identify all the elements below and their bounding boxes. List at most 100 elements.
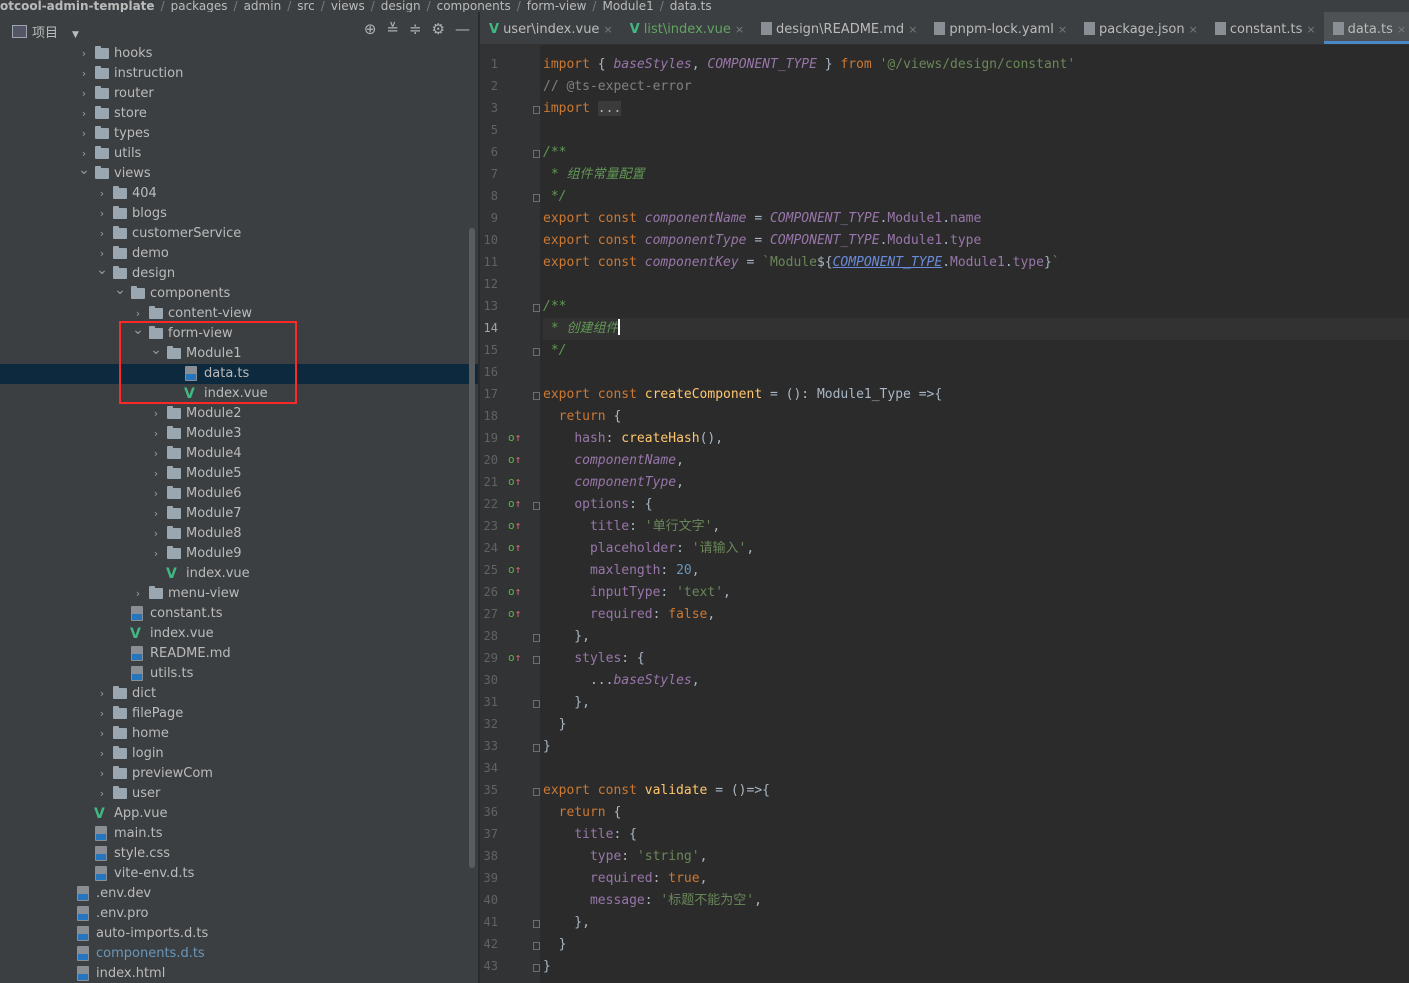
fold-marker-icon[interactable] (533, 194, 540, 202)
breadcrumb-item[interactable]: src (297, 0, 315, 12)
collapse-all-icon[interactable]: ≑ (409, 20, 422, 38)
tree-item-router[interactable]: › router (0, 84, 478, 104)
override-marker-icon[interactable]: o↑ (508, 475, 521, 488)
tab-list-index-vue[interactable]: Vlist\index.vue × (621, 12, 752, 44)
tree-item-previewcom[interactable]: › previewCom (0, 764, 478, 784)
tree-item-login[interactable]: › login (0, 744, 478, 764)
fold-marker-icon[interactable] (533, 150, 540, 158)
tree-item-module5[interactable]: › Module5 (0, 464, 478, 484)
hide-icon[interactable]: — (455, 20, 470, 38)
code-line[interactable]: type: 'string', (543, 846, 1409, 868)
project-view-selector[interactable]: 项目 ▼ (12, 22, 79, 41)
chevron-down-icon[interactable]: ⌄ (78, 160, 90, 180)
expand-all-icon[interactable]: ≚ (386, 20, 399, 38)
code-line[interactable]: import ... (543, 98, 1409, 120)
fold-marker-icon[interactable] (533, 502, 540, 510)
locate-icon[interactable]: ⊕ (364, 20, 377, 38)
close-icon[interactable]: × (1306, 23, 1315, 36)
chevron-right-icon[interactable]: › (96, 784, 108, 804)
fold-marker-icon[interactable] (533, 392, 540, 400)
code-line[interactable]: export const componentKey = `Module${COM… (543, 252, 1409, 274)
code-line[interactable]: * 组件常量配置 (543, 164, 1409, 186)
code-line[interactable]: return { (543, 802, 1409, 824)
chevron-right-icon[interactable]: › (150, 504, 162, 524)
chevron-right-icon[interactable]: › (96, 184, 108, 204)
tree-item-module9[interactable]: › Module9 (0, 544, 478, 564)
tree-item-index-vue[interactable]: Vindex.vue (0, 624, 478, 644)
tab-constant-ts[interactable]: constant.ts × (1206, 12, 1324, 44)
chevron-right-icon[interactable]: › (132, 584, 144, 604)
close-icon[interactable]: × (908, 23, 917, 36)
override-marker-icon[interactable]: o↑ (508, 497, 521, 510)
fold-marker-icon[interactable] (533, 634, 540, 642)
breadcrumb-item[interactable]: data.ts (670, 0, 712, 12)
fold-marker-icon[interactable] (533, 106, 540, 114)
breadcrumb-item[interactable]: packages (171, 0, 228, 12)
code-line[interactable] (543, 978, 1409, 983)
tree-item-style-css[interactable]: style.css (0, 844, 478, 864)
chevron-right-icon[interactable]: › (96, 764, 108, 784)
tree-item-module7[interactable]: › Module7 (0, 504, 478, 524)
breadcrumb-item[interactable]: views (331, 0, 365, 12)
tree-item-module3[interactable]: › Module3 (0, 424, 478, 444)
tree-item-home[interactable]: › home (0, 724, 478, 744)
fold-marker-icon[interactable] (533, 788, 540, 796)
code-line[interactable]: options: { (543, 494, 1409, 516)
breadcrumb-item[interactable]: otcool-admin-template (0, 0, 155, 12)
code-line[interactable]: export const createComponent = (): Modul… (543, 384, 1409, 406)
tree-item-customerservice[interactable]: › customerService (0, 224, 478, 244)
breadcrumb-item[interactable]: admin (244, 0, 282, 12)
tree-item-auto-imports-d-ts[interactable]: auto-imports.d.ts (0, 924, 478, 944)
chevron-right-icon[interactable]: › (150, 424, 162, 444)
override-marker-icon[interactable]: o↑ (508, 541, 521, 554)
chevron-right-icon[interactable]: › (150, 484, 162, 504)
code-line[interactable]: } (543, 736, 1409, 758)
tree-item-filepage[interactable]: › filePage (0, 704, 478, 724)
override-marker-icon[interactable]: o↑ (508, 585, 521, 598)
code-line[interactable]: ...baseStyles, (543, 670, 1409, 692)
chevron-right-icon[interactable]: › (150, 544, 162, 564)
chevron-right-icon[interactable]: › (78, 124, 90, 144)
code-line[interactable]: required: true, (543, 868, 1409, 890)
override-marker-icon[interactable]: o↑ (508, 519, 521, 532)
code-line[interactable]: import { baseStyles, COMPONENT_TYPE } fr… (543, 54, 1409, 76)
tree-item-views[interactable]: ⌄ views (0, 162, 478, 184)
tree-item-components-d-ts[interactable]: components.d.ts (0, 944, 478, 964)
fold-marker-icon[interactable] (533, 700, 540, 708)
tree-item-components[interactable]: ⌄ components (0, 282, 478, 304)
close-icon[interactable]: × (735, 23, 744, 36)
code-line[interactable]: * 创建组件 (543, 318, 1409, 340)
code-line[interactable]: export const componentType = COMPONENT_T… (543, 230, 1409, 252)
code-line[interactable]: message: '标题不能为空', (543, 890, 1409, 912)
tree-item-module2[interactable]: › Module2 (0, 404, 478, 424)
code-line[interactable]: /** (543, 296, 1409, 318)
tab-pnpm-lock-yaml[interactable]: pnpm-lock.yaml × (925, 12, 1075, 44)
fold-marker-icon[interactable] (533, 920, 540, 928)
fold-marker-icon[interactable] (533, 942, 540, 950)
tree-item-index-html[interactable]: index.html (0, 964, 478, 983)
code-line[interactable]: } (543, 714, 1409, 736)
close-icon[interactable]: × (603, 23, 612, 36)
gear-icon[interactable]: ⚙ (432, 20, 445, 38)
code-line[interactable]: styles: { (543, 648, 1409, 670)
breadcrumb-item[interactable]: components (437, 0, 511, 12)
chevron-right-icon[interactable]: › (96, 224, 108, 244)
chevron-right-icon[interactable]: › (96, 724, 108, 744)
tree-item-hooks[interactable]: › hooks (0, 44, 478, 64)
code-line[interactable] (543, 120, 1409, 142)
tree-item-module8[interactable]: › Module8 (0, 524, 478, 544)
code-line[interactable]: } (543, 934, 1409, 956)
code-line[interactable]: */ (543, 186, 1409, 208)
breadcrumb-item[interactable]: form-view (527, 0, 587, 12)
override-marker-icon[interactable]: o↑ (508, 651, 521, 664)
code-line[interactable] (543, 758, 1409, 780)
chevron-right-icon[interactable]: › (78, 44, 90, 64)
code-line[interactable]: placeholder: '请输入', (543, 538, 1409, 560)
fold-marker-icon[interactable] (533, 656, 540, 664)
override-marker-icon[interactable]: o↑ (508, 607, 521, 620)
code-line[interactable]: title: '单行文字', (543, 516, 1409, 538)
chevron-down-icon[interactable]: ⌄ (114, 280, 126, 300)
tab-design-readme-md[interactable]: design\README.md × (752, 12, 925, 44)
chevron-right-icon[interactable]: › (150, 524, 162, 544)
tree-item-404[interactable]: › 404 (0, 184, 478, 204)
